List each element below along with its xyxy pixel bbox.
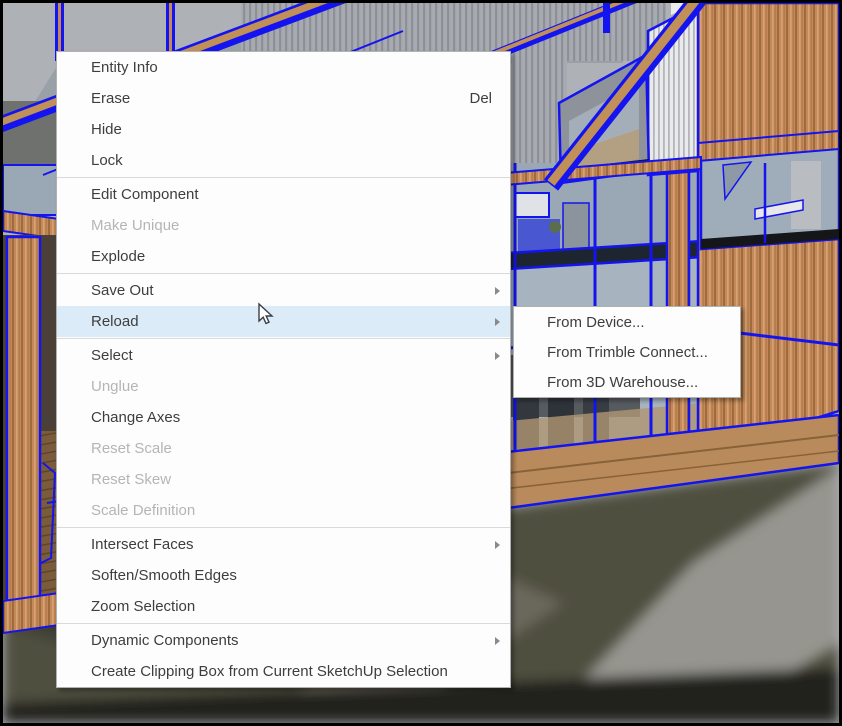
menu-item-from-3d-warehouse[interactable]: From 3D Warehouse... <box>514 367 740 397</box>
menu-item-lock[interactable]: Lock <box>57 145 510 176</box>
mouse-cursor-icon <box>255 302 277 326</box>
menu-item-explode[interactable]: Explode <box>57 241 510 272</box>
context-menu: Entity Info Erase Del Hide Lock Edit Componen… <box>56 51 511 688</box>
menu-item-label: Explode <box>91 248 145 265</box>
menu-item-save-out[interactable]: Save Out <box>57 275 510 306</box>
menu-item-label: Edit Component <box>91 186 199 203</box>
submenu-arrow-icon <box>495 352 500 360</box>
menu-item-label: Select <box>91 347 133 364</box>
menu-separator <box>57 177 510 178</box>
menu-item-label: Unglue <box>91 378 139 395</box>
menu-item-from-trimble-connect[interactable]: From Trimble Connect... <box>514 337 740 367</box>
menu-item-soften-smooth-edges[interactable]: Soften/Smooth Edges <box>57 560 510 591</box>
menu-item-label: Reset Skew <box>91 471 171 488</box>
menu-item-reset-scale: Reset Scale <box>57 433 510 464</box>
menu-item-unglue: Unglue <box>57 371 510 402</box>
menu-separator <box>57 273 510 274</box>
menu-item-zoom-selection[interactable]: Zoom Selection <box>57 591 510 622</box>
menu-item-reset-skew: Reset Skew <box>57 464 510 495</box>
submenu-arrow-icon <box>495 637 500 645</box>
menu-item-label: Hide <box>91 121 122 138</box>
menu-item-label: Scale Definition <box>91 502 195 519</box>
left-wall-structure <box>3 165 59 633</box>
menu-item-label: Save Out <box>91 282 154 299</box>
menu-item-label: From 3D Warehouse... <box>547 374 698 391</box>
menu-item-intersect-faces[interactable]: Intersect Faces <box>57 529 510 560</box>
menu-item-label: Zoom Selection <box>91 598 195 615</box>
reload-submenu: From Device... From Trimble Connect... Fro… <box>513 306 741 398</box>
menu-item-dynamic-components[interactable]: Dynamic Components <box>57 625 510 656</box>
sketchup-viewport-window: Entity Info Erase Del Hide Lock Edit Componen… <box>0 0 842 726</box>
menu-item-select[interactable]: Select <box>57 340 510 371</box>
menu-item-label: Reload <box>91 313 139 330</box>
menu-item-change-axes[interactable]: Change Axes <box>57 402 510 433</box>
submenu-arrow-icon <box>495 287 500 295</box>
menu-item-edit-component[interactable]: Edit Component <box>57 179 510 210</box>
menu-item-label: Dynamic Components <box>91 632 239 649</box>
submenu-arrow-icon <box>495 318 500 326</box>
menu-item-label: Create Clipping Box from Current SketchU… <box>91 663 448 680</box>
menu-separator <box>57 527 510 528</box>
shortcut-label: Del <box>469 90 502 107</box>
menu-item-label: Erase <box>91 90 130 107</box>
submenu-arrow-icon <box>495 541 500 549</box>
menu-item-erase[interactable]: Erase Del <box>57 83 510 114</box>
menu-item-label: Intersect Faces <box>91 536 194 553</box>
menu-item-create-clipping-box-from-current-sketchup-selection[interactable]: Create Clipping Box from Current SketchU… <box>57 656 510 687</box>
menu-item-entity-info[interactable]: Entity Info <box>57 52 510 83</box>
menu-item-label: Change Axes <box>91 409 180 426</box>
menu-item-label: Lock <box>91 152 123 169</box>
menu-item-label: Entity Info <box>91 59 158 76</box>
menu-item-label: From Device... <box>547 314 645 331</box>
menu-item-label: Soften/Smooth Edges <box>91 567 237 584</box>
menu-item-from-device[interactable]: From Device... <box>514 307 740 337</box>
menu-separator <box>57 623 510 624</box>
menu-item-label: Make Unique <box>91 217 179 234</box>
menu-item-reload[interactable]: Reload <box>57 306 510 337</box>
menu-item-make-unique: Make Unique <box>57 210 510 241</box>
menu-separator <box>57 338 510 339</box>
menu-item-label: From Trimble Connect... <box>547 344 708 361</box>
menu-item-hide[interactable]: Hide <box>57 114 510 145</box>
menu-item-scale-definition: Scale Definition <box>57 495 510 526</box>
menu-item-label: Reset Scale <box>91 440 172 457</box>
